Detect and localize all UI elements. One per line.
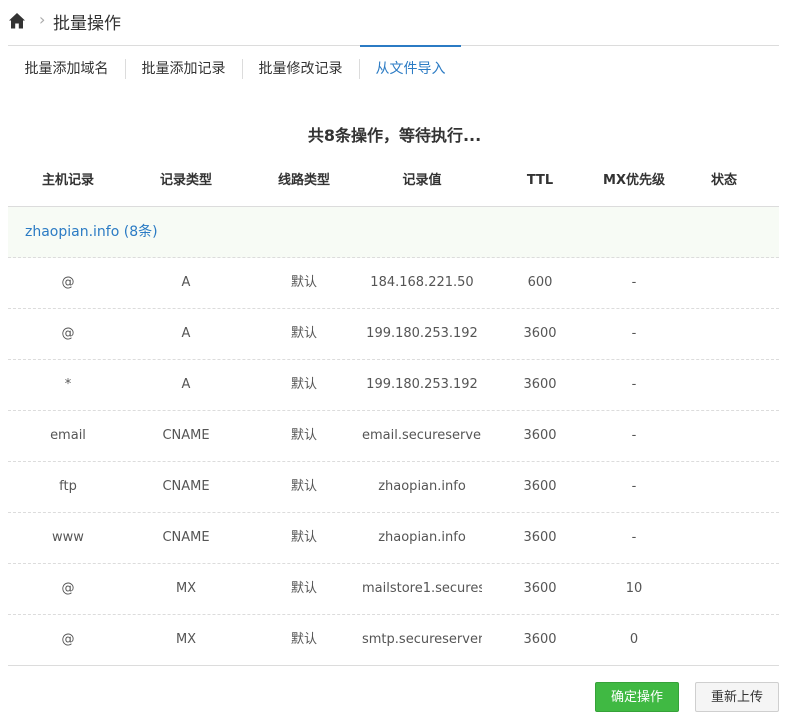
column-header-host: 主机记录 (41, 173, 94, 188)
cell-mx: - (631, 479, 637, 494)
confirm-operation-button[interactable]: 确定操作 (595, 682, 679, 712)
cell-type: A (181, 275, 191, 290)
domain-group-link[interactable]: zhaopian.info (8条) (25, 207, 158, 257)
cell-host: @ (61, 326, 75, 341)
cell-host: www (52, 530, 84, 545)
table-row: * A 默认 199.180.253.192 3600 - (8, 360, 779, 411)
column-header-line: 线路类型 (277, 173, 330, 188)
cell-host: * (64, 377, 72, 392)
records-table: 主机记录 记录类型 线路类型 记录值 TTL MX优先级 状态 zhaopian… (8, 155, 779, 666)
cell-mx: - (631, 428, 637, 443)
table-row: ftp CNAME 默认 zhaopian.info 3600 - (8, 462, 779, 513)
breadcrumb-chevron-icon: › (39, 10, 46, 29)
page-title: 批量操作 (53, 14, 121, 34)
cell-line: 默认 (290, 479, 317, 494)
cell-line: 默认 (290, 275, 317, 290)
cell-type: A (181, 326, 191, 341)
cell-line: 默认 (290, 530, 317, 545)
cell-mx: - (631, 326, 637, 341)
cell-type: CNAME (162, 428, 210, 443)
cell-mx: - (631, 275, 637, 290)
status-title: 共8条操作，等待执行... (307, 126, 482, 145)
cell-type: A (181, 377, 191, 392)
home-icon[interactable] (8, 12, 26, 30)
cell-type: MX (175, 581, 197, 596)
cell-value: 184.168.221.50 (370, 275, 474, 290)
table-row: @ MX 默认 smtp.secureserver.ne 3600 0 (8, 615, 779, 666)
table-row: www CNAME 默认 zhaopian.info 3600 - (8, 513, 779, 564)
table-header: 主机记录 记录类型 线路类型 记录值 TTL MX优先级 状态 (8, 155, 779, 207)
cell-value: 199.180.253.192 (366, 326, 478, 341)
cell-host: ftp (59, 479, 77, 494)
cell-type: MX (175, 632, 197, 647)
tab-import-from-file[interactable]: 从文件导入 (360, 45, 461, 92)
cell-host: @ (61, 275, 75, 290)
cell-line: 默认 (290, 428, 317, 443)
reupload-button[interactable]: 重新上传 (695, 682, 779, 712)
tab-bar: 批量添加域名 批量添加记录 批量修改记录 从文件导入 (8, 45, 779, 92)
cell-line: 默认 (290, 632, 317, 647)
cell-value: zhaopian.info (378, 530, 466, 545)
tab-batch-add-record[interactable]: 批量添加记录 (125, 46, 242, 92)
tab-batch-modify-record[interactable]: 批量修改记录 (242, 46, 359, 92)
table-row: @ MX 默认 mailstore1.secureser 3600 10 (8, 564, 779, 615)
cell-value: mailstore1.secureser (362, 581, 482, 596)
cell-mx: - (631, 530, 637, 545)
cell-type: CNAME (162, 479, 210, 494)
cell-mx: 10 (625, 581, 643, 596)
cell-host: email (50, 428, 86, 443)
cell-line: 默认 (290, 581, 317, 596)
column-header-value: 记录值 (402, 173, 442, 188)
cell-type: CNAME (162, 530, 210, 545)
cell-value: smtp.secureserver.ne (362, 632, 482, 647)
cell-host: @ (61, 632, 75, 647)
cell-value: zhaopian.info (378, 479, 466, 494)
table-row: @ A 默认 184.168.221.50 600 - (8, 258, 779, 309)
table-row: @ A 默认 199.180.253.192 3600 - (8, 309, 779, 360)
cell-line: 默认 (290, 326, 317, 341)
domain-group-row: zhaopian.info (8条) (8, 207, 779, 258)
column-header-type: 记录类型 (159, 173, 212, 188)
column-header-status: 状态 (710, 173, 737, 188)
header: › 批量操作 (8, 0, 779, 46)
cell-line: 默认 (290, 377, 317, 392)
cell-value: email.secureserver.n (362, 428, 482, 443)
tab-batch-add-domain[interactable]: 批量添加域名 (8, 46, 125, 92)
cell-host: @ (61, 581, 75, 596)
cell-mx: 0 (629, 632, 639, 647)
cell-value: 199.180.253.192 (366, 377, 478, 392)
cell-mx: - (631, 377, 637, 392)
table-row: email CNAME 默认 email.secureserver.n 3600… (8, 411, 779, 462)
